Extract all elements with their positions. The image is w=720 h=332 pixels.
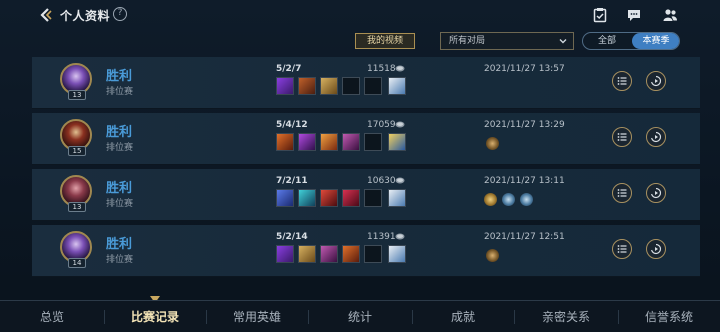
chat-icon[interactable] [626,7,642,23]
match-details-button[interactable] [612,127,632,147]
item-icon [276,245,294,263]
score: 17059 [367,120,396,130]
match-type-dropdown[interactable]: 所有对局 [440,32,574,50]
item-icon [342,245,360,263]
kda: 5/4/12 [276,120,308,130]
replay-icon [651,243,662,255]
season-current-option[interactable]: 本赛季 [632,33,679,49]
match-result: 胜利 [106,125,133,140]
tab-achievements[interactable]: 成就 [412,301,514,332]
item-icon [298,77,316,95]
item-icon [320,245,338,263]
chevron-down-icon [559,39,567,44]
header-bar: 个人资料 ? [0,0,720,30]
match-row[interactable]: 15 胜利 排位赛 5/4/12 17059 2021/11/27 13:29 [32,113,700,165]
tab-match-history[interactable]: 比赛记录 [104,301,206,332]
item-icon [320,77,338,95]
empty-item-slot [364,189,382,207]
item-icon [320,189,338,207]
match-row[interactable]: 13 胜利 排位赛 5/2/7 11518 2021/11/27 13:57 [32,57,700,109]
season-all-option[interactable]: 全部 [583,33,631,49]
task-checklist-icon[interactable] [592,7,608,23]
tab-reputation[interactable]: 信誉系统 [618,301,720,332]
score: 10630 [367,176,396,186]
list-icon [617,133,627,141]
bottom-tab-bar: 总览 比赛记录 常用英雄 统计 成就 亲密关系 信誉系统 [0,300,720,332]
match-row[interactable]: 13 胜利 排位赛 7/2/11 10630 2021/11/27 13:11 [32,169,700,221]
silver-medal-icon [520,193,533,206]
kda: 7/2/11 [276,176,308,186]
replay-button[interactable] [646,239,666,259]
back-icon[interactable] [38,7,54,23]
trinket-icon [388,245,406,263]
match-details-button[interactable] [612,239,632,259]
help-icon[interactable]: ? [113,7,127,21]
empty-item-slot [364,77,382,95]
tab-relationships[interactable]: 亲密关系 [514,301,618,332]
match-datetime: 2021/11/27 13:57 [484,64,565,74]
coin-icon [395,233,405,240]
coin-icon [395,177,405,184]
kda: 5/2/14 [276,232,308,242]
match-result: 胜利 [106,237,133,252]
level-badge: 15 [68,146,86,156]
match-details-button[interactable] [612,183,632,203]
my-videos-button[interactable]: 我的视频 [355,33,415,49]
list-icon [617,245,627,253]
score: 11518 [367,64,396,74]
replay-button[interactable] [646,71,666,91]
match-mode: 排位赛 [106,87,134,97]
replay-icon [651,187,662,199]
match-type-value: 所有对局 [449,36,486,46]
season-toggle[interactable]: 全部 本赛季 [582,32,680,50]
item-icon [276,133,294,151]
level-badge: 13 [68,90,86,100]
silver-medal-icon [502,193,515,206]
list-icon [617,189,627,197]
trinket-icon [388,77,406,95]
item-icon [298,245,316,263]
match-datetime: 2021/11/27 13:29 [484,120,565,130]
friends-icon[interactable] [662,7,678,23]
level-badge: 13 [68,202,86,212]
replay-icon [651,75,662,87]
tab-frequent-heroes[interactable]: 常用英雄 [206,301,308,332]
level-badge: 14 [68,258,86,268]
match-mode: 排位赛 [106,255,134,265]
empty-item-slot [364,133,382,151]
match-result: 胜利 [106,69,133,84]
item-icon [320,133,338,151]
page-title: 个人资料 [60,9,111,23]
item-icon [298,189,316,207]
item-icon [276,189,294,207]
empty-item-slot [364,245,382,263]
tab-statistics[interactable]: 统计 [308,301,412,332]
match-mode: 排位赛 [106,199,134,209]
match-row[interactable]: 14 胜利 排位赛 5/2/14 11391 2021/11/27 12:51 [32,225,700,277]
trinket-icon [388,189,406,207]
item-icon [342,133,360,151]
match-datetime: 2021/11/27 13:11 [484,176,565,186]
list-icon [617,77,627,85]
match-mode: 排位赛 [106,143,134,153]
replay-icon [651,131,662,143]
kda: 5/2/7 [276,64,302,74]
coin-icon [395,65,405,72]
tab-overview[interactable]: 总览 [0,301,104,332]
coin-icon [395,121,405,128]
item-icon [298,133,316,151]
bronze-medal-icon [486,137,499,150]
gold-medal-icon [484,193,497,206]
score: 11391 [367,232,396,242]
replay-button[interactable] [646,127,666,147]
item-icon [276,77,294,95]
bronze-medal-icon [486,249,499,262]
match-datetime: 2021/11/27 12:51 [484,232,565,242]
replay-button[interactable] [646,183,666,203]
trinket-icon [388,133,406,151]
match-details-button[interactable] [612,71,632,91]
empty-item-slot [342,77,360,95]
match-result: 胜利 [106,181,133,196]
item-icon [342,189,360,207]
